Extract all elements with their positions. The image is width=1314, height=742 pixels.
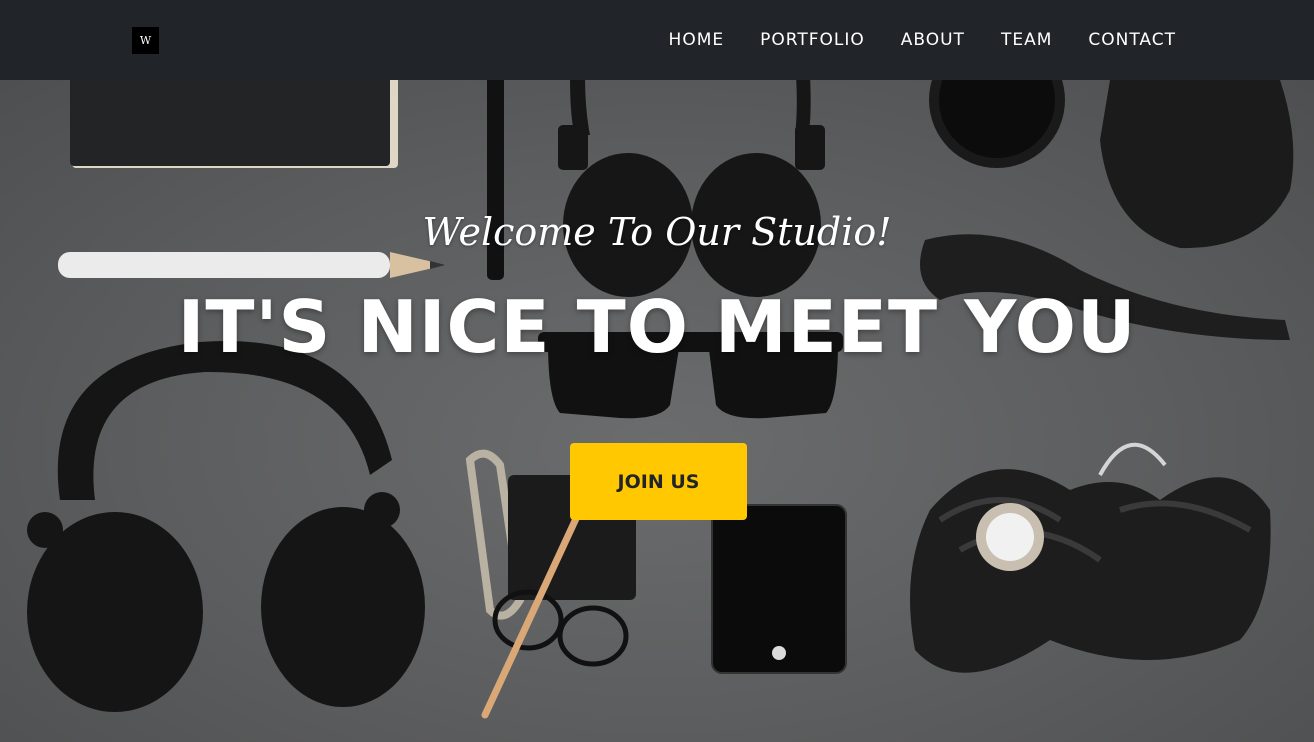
hero-background-image <box>27 80 1294 719</box>
round-tin-illustration <box>929 80 1065 168</box>
hero-subheading: Welcome To Our Studio! <box>422 210 892 254</box>
pencil-illustration <box>58 252 446 278</box>
hero-section: Welcome To Our Studio! IT'S NICE TO MEET… <box>0 80 1314 742</box>
nav-links: HOME PORTFOLIO ABOUT TEAM CONTACT <box>651 0 1194 80</box>
watch-cables-illustration <box>910 442 1271 673</box>
headphones-large-illustration <box>27 340 425 712</box>
nav-link-team[interactable]: TEAM <box>983 30 1070 50</box>
headphones-top-illustration <box>558 80 825 297</box>
nav-link-home[interactable]: HOME <box>651 30 743 50</box>
main-navbar: W HOME PORTFOLIO ABOUT TEAM CONTACT <box>0 0 1314 80</box>
nav-link-portfolio[interactable]: PORTFOLIO <box>742 30 883 50</box>
nav-link-about[interactable]: ABOUT <box>883 30 983 50</box>
nav-link-contact[interactable]: CONTACT <box>1070 30 1194 50</box>
brand-logo[interactable]: W <box>132 27 159 54</box>
phone-illustration <box>711 504 847 674</box>
hero-heading: IT'S NICE TO MEET YOU <box>177 285 1137 369</box>
join-us-button[interactable]: JOIN US <box>570 443 747 520</box>
notebook-illustration <box>70 80 398 168</box>
